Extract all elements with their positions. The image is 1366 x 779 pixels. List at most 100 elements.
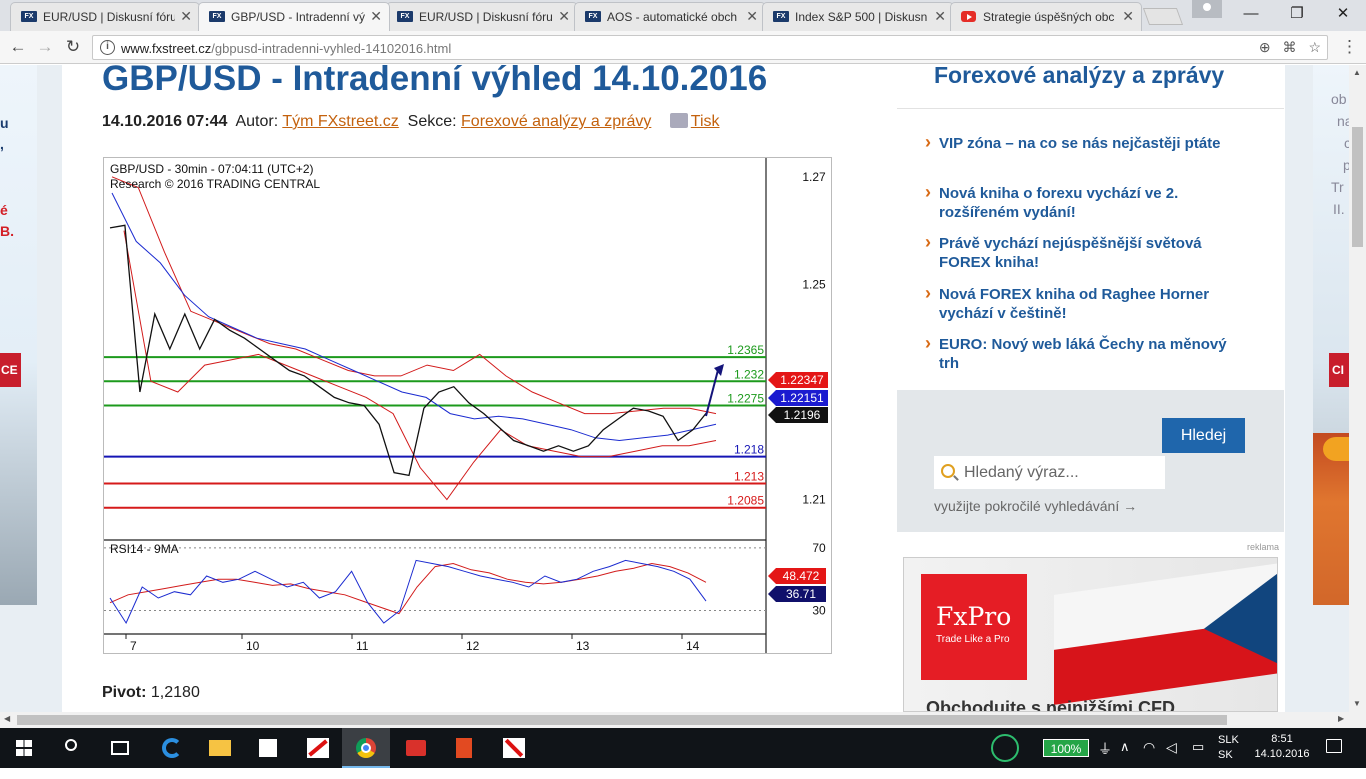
volume-icon[interactable]: ◁ <box>1166 739 1177 779</box>
chart-title: GBP/USD - 30min - 07:04:11 (UTC+2) <box>110 162 314 176</box>
pivot-value: 1,2180 <box>150 684 200 701</box>
tab-1[interactable]: FX EUR/USD | Diskusní fóru ✕ <box>10 2 200 31</box>
power-plug-icon[interactable]: ⏚ <box>1098 739 1112 779</box>
scroll-left-icon[interactable]: ◀ <box>4 714 10 723</box>
article-meta: 14.10.2016 07:44 Autor: Tým FXstreet.cz … <box>102 113 720 131</box>
chrome-icon[interactable] <box>342 728 390 768</box>
menu-icon[interactable]: ⋮ <box>1341 37 1358 57</box>
section-link[interactable]: Forexové analýzy a zprávy <box>461 113 651 130</box>
battery-indicator[interactable]: 100% <box>1043 739 1089 757</box>
czech-flag-image <box>1054 561 1277 705</box>
tab-2[interactable]: FX GBP/USD - Intradenní vý ✕ <box>198 2 390 31</box>
minimize-button[interactable]: — <box>1228 2 1274 28</box>
tab-title: Strategie úspěšných obc <box>983 10 1115 24</box>
reload-icon[interactable]: ↻ <box>63 37 83 57</box>
print-link[interactable]: Tisk <box>691 113 720 130</box>
user-icon[interactable] <box>1192 0 1222 18</box>
search-button[interactable]: Hledej <box>1162 418 1245 453</box>
scroll-right-icon[interactable]: ▶ <box>1338 714 1344 723</box>
price-tag-label: 1.22151 <box>780 391 824 405</box>
zoom-icon[interactable]: ⊕ <box>1259 39 1271 55</box>
right-banner-ad[interactable]: ob na c p Tr II. CI <box>1313 65 1349 605</box>
notifications-icon[interactable] <box>1326 739 1342 753</box>
sidebar-item[interactable]: Nová kniha o forexu vychází ve 2. rozšíř… <box>925 183 1239 222</box>
tab-5[interactable]: FX Index S&P 500 | Diskusn ✕ <box>762 2 954 31</box>
sidebar-list: VIP zóna – na co se nás nejčastěji ptáte… <box>897 108 1284 392</box>
close-window-button[interactable]: ✕ <box>1320 2 1366 28</box>
omnibox-actions: ⊕ ⌘ ☆ <box>1251 39 1321 56</box>
trading-app-icon[interactable] <box>294 728 342 768</box>
level-label: 1.2365 <box>727 343 764 357</box>
fxpro-tagline: Trade Like a Pro <box>936 634 1010 645</box>
clock-time: 8:51 <box>1271 733 1293 745</box>
sidebar-item[interactable]: EURO: Nový web láká Čechy na měnový trh <box>925 334 1239 373</box>
pivot-label: Pivot: <box>102 684 147 701</box>
star-icon[interactable]: ☆ <box>1308 39 1321 55</box>
fxpro-ad[interactable]: FxPro Trade Like a Pro Obchodujte s nejn… <box>903 557 1278 712</box>
tab-6[interactable]: Strategie úspěšných obc ✕ <box>950 2 1142 31</box>
author-label: Autor: <box>235 113 279 130</box>
advanced-search-link[interactable]: využijte pokročilé vyhledávání → <box>934 498 1137 514</box>
sidebar-item[interactable]: Nová FOREX kniha od Raghee Horner vycház… <box>925 284 1239 323</box>
sidebar-item[interactable]: VIP zóna – na co se nás nejčastěji ptáte <box>925 133 1239 153</box>
new-tab-button[interactable] <box>1142 8 1184 25</box>
url-text[interactable]: www.fxstreet.cz/gbpusd-intradenni-vyhled… <box>121 41 451 56</box>
task-view-icon[interactable] <box>96 728 144 768</box>
store-icon[interactable] <box>244 728 292 768</box>
left-ad-button[interactable]: CE <box>0 353 21 387</box>
right-ad-text: na <box>1337 113 1349 129</box>
close-icon[interactable]: ✕ <box>1122 8 1134 25</box>
sidebar-item[interactable]: Právě vychází nejúspěšnější světová FORE… <box>925 233 1239 272</box>
article-content: GBP/USD - Intradenní výhled 14.10.2016 1… <box>62 65 897 712</box>
y-tick-label: 1.25 <box>802 277 826 291</box>
left-banner-ad[interactable]: u , é B. CE <box>0 65 37 605</box>
office-app-icon[interactable] <box>440 728 488 768</box>
x-tick-label: 10 <box>246 639 260 653</box>
scroll-thumb[interactable] <box>17 715 1227 725</box>
printer-icon[interactable] <box>669 113 688 128</box>
close-icon[interactable]: ✕ <box>180 8 192 25</box>
reader-app-icon[interactable] <box>392 728 440 768</box>
language-indicator[interactable]: SLK SK <box>1218 733 1239 763</box>
network-monitor-icon[interactable] <box>988 728 1024 768</box>
language-code: SLK <box>1218 734 1239 746</box>
tab-4[interactable]: FX AOS - automatické obch ✕ <box>574 2 766 31</box>
chevron-up-icon[interactable]: ∧ <box>1120 739 1130 779</box>
keyboard-icon[interactable]: ▭ <box>1192 739 1204 779</box>
wifi-icon[interactable]: ◠ <box>1143 739 1155 779</box>
scroll-thumb[interactable] <box>1352 127 1363 247</box>
x-tick-label: 11 <box>356 639 369 653</box>
windows-start-icon[interactable] <box>0 728 48 768</box>
level-label: 1.218 <box>734 443 764 457</box>
clock[interactable]: 8:51 14.10.2016 <box>1252 732 1312 762</box>
level-label: 1.213 <box>734 470 764 484</box>
scroll-up-icon[interactable]: ▲ <box>1353 68 1361 77</box>
article-date: 14.10.2016 07:44 <box>102 113 228 130</box>
close-icon[interactable]: ✕ <box>558 8 570 25</box>
forward-arrow-icon[interactable]: → <box>35 37 55 57</box>
info-icon[interactable]: i <box>100 40 115 55</box>
translate-icon[interactable]: ⌘ <box>1283 39 1297 55</box>
x-tick-label: 7 <box>130 639 137 653</box>
address-bar[interactable]: i www.fxstreet.cz/gbpusd-intradenni-vyhl… <box>92 35 1328 60</box>
scroll-down-icon[interactable]: ▼ <box>1353 699 1361 708</box>
right-ad-text: II. <box>1333 201 1345 217</box>
author-link[interactable]: Tým FXstreet.cz <box>282 113 398 130</box>
trading-app-2-icon[interactable] <box>490 728 538 768</box>
search-icon[interactable] <box>48 728 96 768</box>
horizontal-scrollbar[interactable]: ◀ ▶ <box>0 712 1366 728</box>
tab-title: Index S&P 500 | Diskusn <box>795 10 928 24</box>
tab-3[interactable]: FX EUR/USD | Diskusní fóru ✕ <box>386 2 578 31</box>
file-explorer-icon[interactable] <box>196 728 244 768</box>
vertical-scrollbar[interactable]: ▲ ▼ <box>1349 65 1366 712</box>
chart-svg: 1.2365 1.232 1.2275 1.218 1.213 1.2085 1.27 1.… <box>104 158 831 653</box>
close-icon[interactable]: ✕ <box>370 8 382 25</box>
maximize-button[interactable]: ❐ <box>1274 2 1320 28</box>
search-input[interactable] <box>934 456 1165 489</box>
back-arrow-icon[interactable]: ← <box>8 37 28 57</box>
right-ad-button[interactable]: CI <box>1329 353 1349 387</box>
edge-icon[interactable] <box>148 728 196 768</box>
close-icon[interactable]: ✕ <box>934 8 946 25</box>
close-icon[interactable]: ✕ <box>746 8 758 25</box>
right-ad-text: ob <box>1331 91 1347 107</box>
